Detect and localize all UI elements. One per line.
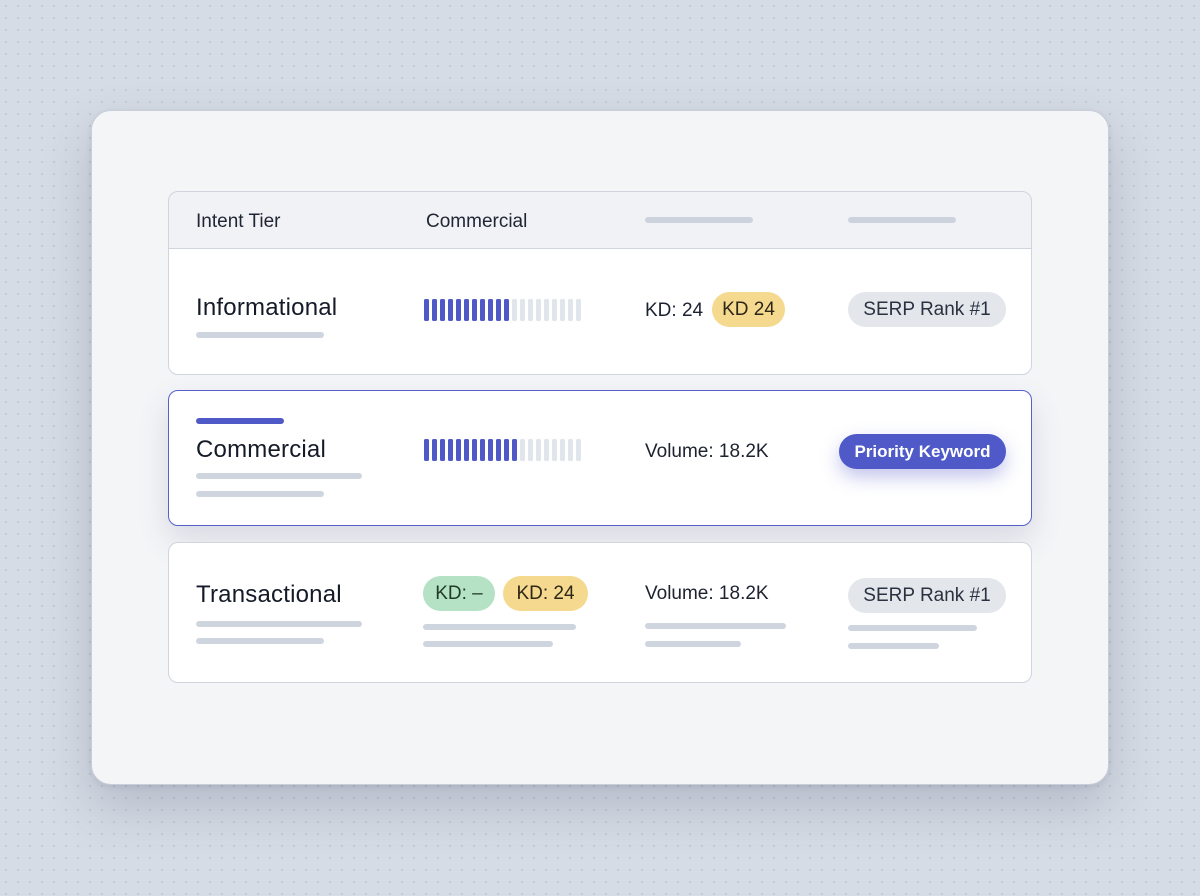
meter-segment	[544, 439, 549, 461]
meter-segment	[536, 299, 541, 321]
meter-segment	[520, 439, 525, 461]
priority-keyword-button[interactable]: Priority Keyword	[839, 434, 1006, 469]
meter-segment	[512, 299, 517, 321]
meter-segment	[544, 299, 549, 321]
intent-strength-meter	[424, 299, 581, 321]
serp-rank-badge: SERP Rank #1	[848, 292, 1006, 327]
tier-label: Commercial	[196, 436, 327, 463]
tier-label: Informational	[196, 294, 338, 321]
meter-segment	[480, 439, 485, 461]
selected-indicator	[196, 418, 284, 424]
text-placeholder	[848, 625, 977, 631]
text-placeholder	[423, 641, 553, 647]
meter-segment	[504, 439, 509, 461]
meter-segment	[432, 299, 437, 321]
column-header-placeholder	[848, 217, 956, 223]
intent-strength-meter	[424, 439, 581, 461]
kd-badge-yellow: KD: 24	[503, 576, 588, 611]
meter-segment	[472, 299, 477, 321]
kd-badge: KD 24	[712, 292, 785, 327]
meter-segment	[576, 439, 581, 461]
meter-segment	[440, 439, 445, 461]
meter-segment	[536, 439, 541, 461]
meter-segment	[432, 439, 437, 461]
text-placeholder	[196, 491, 324, 497]
meter-segment	[464, 299, 469, 321]
meter-segment	[552, 299, 557, 321]
column-header-intent-tier[interactable]: Intent Tier	[196, 211, 281, 233]
text-placeholder	[645, 641, 741, 647]
serp-rank-badge: SERP Rank #1	[848, 578, 1006, 613]
volume-value: Volume: 18.2K	[645, 583, 769, 604]
text-placeholder	[645, 623, 786, 629]
meter-segment	[464, 439, 469, 461]
meter-segment	[496, 439, 501, 461]
meter-segment	[488, 299, 493, 321]
meter-segment	[496, 299, 501, 321]
kd-value: KD: 24	[645, 300, 704, 321]
text-placeholder	[196, 638, 324, 644]
text-placeholder	[848, 643, 939, 649]
meter-segment	[424, 439, 429, 461]
meter-segment	[568, 299, 573, 321]
column-header-placeholder	[645, 217, 753, 223]
text-placeholder	[196, 332, 324, 338]
meter-segment	[568, 439, 573, 461]
meter-segment	[528, 299, 533, 321]
meter-segment	[424, 299, 429, 321]
table-row-commercial[interactable]: Commercial Volume: 18.2K Priority Keywor…	[168, 390, 1032, 526]
meter-segment	[440, 299, 445, 321]
meter-segment	[552, 439, 557, 461]
volume-value: Volume: 18.2K	[645, 441, 769, 462]
meter-segment	[512, 439, 517, 461]
meter-segment	[448, 439, 453, 461]
table-row-transactional[interactable]: Transactional KD: – KD: 24 Volume: 18.2K…	[168, 542, 1032, 683]
table-header: Intent Tier Commercial	[168, 191, 1032, 249]
meter-segment	[576, 299, 581, 321]
kd-badge-green: KD: –	[423, 576, 495, 611]
meter-segment	[456, 299, 461, 321]
meter-segment	[472, 439, 477, 461]
text-placeholder	[196, 621, 362, 627]
meter-segment	[520, 299, 525, 321]
text-placeholder	[196, 473, 362, 479]
meter-segment	[488, 439, 493, 461]
meter-segment	[448, 299, 453, 321]
column-header-commercial[interactable]: Commercial	[426, 211, 527, 233]
meter-segment	[560, 439, 565, 461]
meter-segment	[504, 299, 509, 321]
meter-segment	[480, 299, 485, 321]
meter-segment	[528, 439, 533, 461]
meter-segment	[456, 439, 461, 461]
text-placeholder	[423, 624, 576, 630]
table-row-informational[interactable]: Informational KD: 24 KD 24 SERP Rank #1	[168, 248, 1032, 375]
tier-label: Transactional	[196, 581, 342, 608]
meter-segment	[560, 299, 565, 321]
